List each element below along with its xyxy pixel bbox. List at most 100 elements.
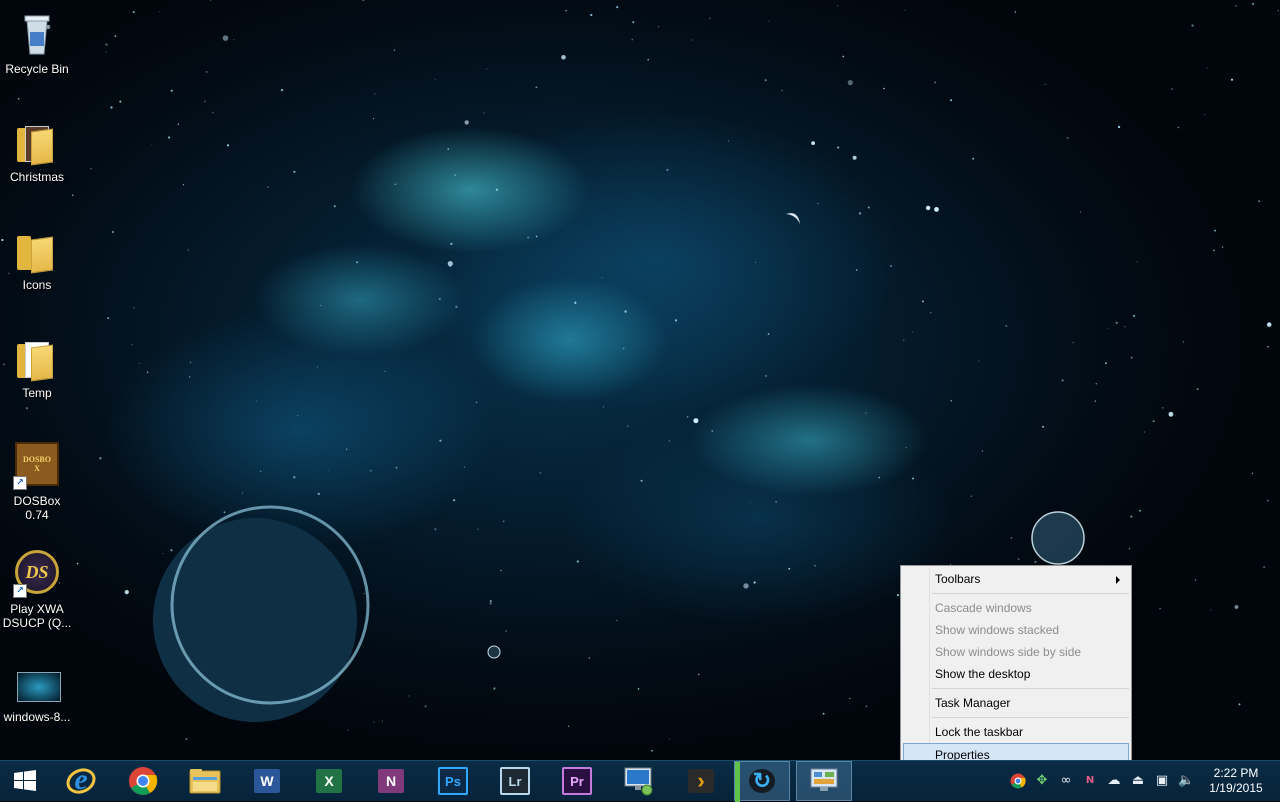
star bbox=[1005, 324, 1008, 327]
star bbox=[363, 593, 365, 595]
star bbox=[1072, 342, 1074, 344]
taskbar-clock[interactable]: 2:22 PM 1/19/2015 bbox=[1206, 766, 1266, 796]
star bbox=[904, 9, 906, 11]
star bbox=[226, 144, 230, 147]
desktop-icon-play-xwa[interactable]: DS ↗ Play XWA DSUCP (Q... bbox=[2, 544, 72, 644]
taskbar-internet-explorer[interactable]: e bbox=[53, 761, 109, 801]
star bbox=[105, 51, 107, 53]
star bbox=[709, 17, 711, 19]
volume-tray-icon[interactable]: 🔈 bbox=[1178, 773, 1194, 789]
desktop-icon-label: Play XWA DSUCP (Q... bbox=[2, 602, 72, 630]
taskbar-premiere[interactable]: Pr bbox=[549, 761, 605, 801]
star bbox=[1095, 383, 1098, 385]
taskbar-file-explorer[interactable] bbox=[177, 761, 233, 801]
star bbox=[90, 167, 92, 170]
start-button[interactable] bbox=[0, 761, 50, 801]
star bbox=[567, 725, 570, 727]
taskbar-excel[interactable]: X bbox=[301, 761, 357, 801]
star bbox=[1152, 420, 1155, 423]
star bbox=[223, 511, 226, 514]
star bbox=[865, 705, 868, 708]
star bbox=[177, 123, 179, 125]
star bbox=[222, 35, 229, 41]
desktop-icon-christmas-folder[interactable]: Christmas bbox=[2, 112, 72, 212]
star bbox=[858, 212, 862, 215]
link-tray-icon[interactable]: ∞ bbox=[1058, 773, 1074, 789]
network-tray-icon[interactable]: ▣ bbox=[1154, 773, 1170, 789]
taskbar[interactable]: e W X N Ps Lr Pr › ↻ ✥ ∞ N ☁ ⏏ ▣ 🔈 2:22 … bbox=[0, 760, 1280, 802]
taskbar-remote-desktop[interactable] bbox=[611, 761, 667, 801]
desktop-icon-temp-folder[interactable]: Temp bbox=[2, 328, 72, 428]
star bbox=[76, 562, 79, 565]
usb-tray-icon[interactable]: ⏏ bbox=[1130, 773, 1146, 789]
menu-item-task-manager[interactable]: Task Manager bbox=[903, 692, 1129, 714]
star bbox=[463, 466, 466, 468]
star bbox=[590, 13, 593, 17]
star bbox=[114, 35, 117, 38]
star bbox=[356, 261, 359, 264]
taskbar-word[interactable]: W bbox=[239, 761, 295, 801]
taskbar-onenote[interactable]: N bbox=[363, 761, 419, 801]
star bbox=[950, 399, 953, 402]
onedrive-tray-icon[interactable]: ☁ bbox=[1106, 773, 1122, 789]
menu-item-toolbars[interactable]: Toolbars bbox=[903, 568, 1129, 590]
star bbox=[743, 583, 749, 589]
star bbox=[328, 470, 329, 472]
star bbox=[1010, 537, 1013, 539]
menu-item-show-windows-stacked[interactable]: Show windows stacked bbox=[903, 619, 1129, 641]
star bbox=[374, 93, 376, 95]
star bbox=[477, 528, 479, 530]
taskbar-sync-app[interactable]: ↻ bbox=[734, 761, 790, 802]
star bbox=[921, 300, 924, 303]
star bbox=[424, 705, 427, 708]
desktop-icon-dosbox[interactable]: DOSBOX ↗ DOSBox 0.74 bbox=[2, 436, 72, 536]
folder-icon bbox=[13, 334, 61, 382]
star bbox=[267, 186, 269, 188]
moon-small bbox=[487, 645, 501, 659]
star bbox=[297, 415, 299, 417]
menu-item-cascade-windows[interactable]: Cascade windows bbox=[903, 597, 1129, 619]
star bbox=[1206, 67, 1208, 69]
star bbox=[394, 183, 397, 186]
star bbox=[384, 370, 386, 372]
star bbox=[495, 188, 498, 191]
submenu-arrow-icon bbox=[1116, 576, 1120, 584]
plex-icon: › bbox=[688, 768, 714, 793]
sync-icon: ↻ bbox=[749, 768, 775, 793]
dropbox-tray-icon[interactable]: ✥ bbox=[1034, 773, 1050, 789]
desktop-icon-icons-folder[interactable]: Icons bbox=[2, 220, 72, 320]
star bbox=[464, 120, 469, 125]
lightroom-icon: Lr bbox=[500, 767, 530, 795]
taskbar-chrome[interactable] bbox=[115, 761, 171, 801]
taskbar-plex[interactable]: › bbox=[673, 761, 729, 801]
menu-item-show-the-desktop[interactable]: Show the desktop bbox=[903, 663, 1129, 685]
star bbox=[233, 39, 235, 40]
desktop-icon-windows-8-image[interactable]: windows-8... bbox=[2, 652, 72, 752]
star bbox=[1061, 379, 1064, 382]
taskbar-photoshop[interactable]: Ps bbox=[425, 761, 481, 801]
desktop-icon-recycle-bin[interactable]: Recycle Bin bbox=[2, 4, 72, 104]
star bbox=[576, 560, 579, 563]
taskbar-control-panel[interactable] bbox=[796, 761, 852, 801]
photoshop-icon: Ps bbox=[438, 767, 468, 795]
star bbox=[755, 261, 757, 263]
menu-item-show-windows-side-by-side[interactable]: Show windows side by side bbox=[903, 641, 1129, 663]
star bbox=[255, 400, 257, 402]
menu-item-lock-the-taskbar[interactable]: Lock the taskbar bbox=[903, 721, 1129, 743]
star bbox=[1177, 126, 1180, 129]
star bbox=[972, 157, 975, 160]
star bbox=[981, 450, 984, 452]
star bbox=[1162, 407, 1164, 409]
star bbox=[813, 564, 816, 567]
dosbox-icon: DOSBOX ↗ bbox=[13, 442, 61, 490]
star bbox=[811, 141, 815, 146]
star bbox=[640, 479, 643, 482]
star bbox=[1204, 114, 1206, 116]
star bbox=[71, 194, 74, 196]
star bbox=[131, 344, 133, 346]
star bbox=[674, 319, 678, 322]
nvidia-tray-icon[interactable]: N bbox=[1082, 773, 1098, 789]
star bbox=[1105, 362, 1107, 365]
taskbar-lightroom[interactable]: Lr bbox=[487, 761, 543, 801]
chrome-tray-icon[interactable] bbox=[1010, 773, 1026, 789]
